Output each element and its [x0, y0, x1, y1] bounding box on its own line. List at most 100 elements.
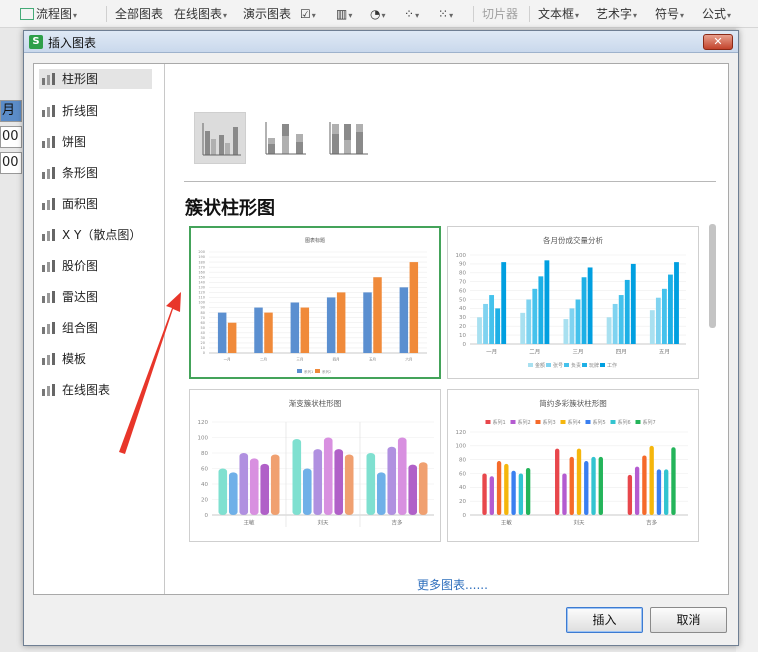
chart-preview-4: 简约多彩簇状柱形图 0 20 40 60 80 100 120 王敏 刘天 吉多 系列1 系列2 系列3 系…	[456, 398, 688, 527]
y-tick-label: 20	[201, 341, 205, 345]
sidebar-item-9[interactable]: 模板	[39, 349, 152, 369]
presentation-chart-button[interactable]: 演示图表	[243, 5, 291, 23]
ribbon-icon-5[interactable]: ⁙▾	[438, 5, 453, 23]
legend-label: 系列4	[568, 419, 581, 426]
ribbon-icon-1[interactable]: ☑▾	[300, 5, 316, 23]
y-tick-label: 80	[459, 271, 466, 277]
bar	[239, 453, 249, 515]
close-button[interactable]: ✕	[703, 34, 733, 50]
bar	[363, 292, 372, 353]
sidebar-item-0[interactable]: 柱形图	[39, 69, 152, 89]
background-strip	[736, 28, 758, 652]
y-tick-label: 100	[198, 301, 205, 305]
y-tick-label: 80	[201, 451, 208, 457]
y-tick-label: 120	[198, 291, 205, 295]
bar	[228, 472, 238, 515]
y-tick-label: 100	[456, 253, 467, 259]
online-chart-button[interactable]: 在线图表▾	[174, 5, 227, 23]
legend-label: 工作	[607, 362, 617, 369]
bar	[518, 473, 524, 515]
bar	[618, 295, 624, 344]
legend-swatch	[535, 420, 541, 424]
bar	[336, 292, 346, 353]
sidebar-item-label: 模板	[62, 352, 87, 366]
cell[interactable]: 月	[0, 100, 22, 122]
sidebar-item-6[interactable]: 股价图	[39, 256, 152, 276]
ribbon-icon-3[interactable]: ◔▾	[370, 5, 386, 23]
sidebar-item-8[interactable]: 组合图	[39, 318, 152, 338]
sidebar-item-1[interactable]: 折线图	[39, 101, 152, 121]
ribbon-icon-2[interactable]: ▥▾	[336, 5, 352, 23]
symbol-button[interactable]: 符号▾	[655, 5, 684, 23]
bar	[399, 287, 409, 353]
insert-button[interactable]: 插入	[566, 607, 643, 633]
bar	[575, 299, 581, 344]
sidebar-item-2[interactable]: 饼图	[39, 132, 152, 152]
legend-swatch	[582, 363, 587, 367]
textbox-button[interactable]: 文本框▾	[538, 5, 579, 23]
sidebar-item-10[interactable]: 在线图表	[39, 380, 152, 400]
dialog-title: 插入图表	[48, 36, 97, 50]
slicer-button[interactable]: 切片器	[482, 5, 518, 23]
y-tick-label: 90	[201, 306, 205, 310]
chart-template-card[interactable]: 图表标题 0 10 20 30 40 50 60 70 80 90 100 110 120 130 140 15…	[189, 226, 441, 379]
dialog-content: 柱形图折线图饼图条形图面积图 X Y（散点图） 股价图雷达图组合图模板在线图表	[33, 63, 729, 595]
chart-preview-3: 渐变簇状柱形图 0 20 40 60 80 100 120 王敏 刘天 吉多	[198, 398, 434, 527]
chart-template-card[interactable]: 简约多彩簇状柱形图 0 20 40 60 80 100 120 王敏 刘天 吉多 系列1 系列2 系列3 系…	[447, 389, 699, 542]
bar	[581, 277, 587, 344]
flowchart-button[interactable]: 流程图▾	[20, 5, 77, 23]
sidebar-item-4[interactable]: 面积图	[39, 194, 152, 214]
sidebar-item-5[interactable]: X Y（散点图）	[39, 225, 152, 245]
legend-swatch	[510, 420, 516, 424]
subtype-heading: 簇状柱形图	[185, 198, 275, 219]
sidebar-item-3[interactable]: 条形图	[39, 163, 152, 183]
percent-stacked-column-type[interactable]	[322, 112, 374, 164]
cell[interactable]: 00	[0, 126, 22, 148]
bar	[606, 317, 612, 344]
y-tick-label: 40	[201, 482, 208, 488]
x-tick-label: 王敏	[243, 519, 255, 527]
ribbon-icon-4[interactable]: ⁘▾	[404, 5, 419, 23]
legend-label: 系列1	[304, 369, 313, 374]
y-tick-label: 0	[463, 342, 467, 348]
y-tick-label: 0	[463, 513, 467, 519]
x-tick-label: 刘天	[573, 519, 585, 527]
x-tick-label: 五月	[369, 357, 376, 362]
cell[interactable]: 00	[0, 152, 22, 174]
chart-template-card[interactable]: 各月份成交量分析 0 10 20 30 40 50 60 70 80 90 100 一月 二月 三月 四月 五月…	[447, 226, 699, 379]
y-tick-label: 60	[459, 471, 466, 477]
bar	[313, 449, 323, 515]
bar	[563, 319, 569, 344]
line-chart-icon	[41, 104, 57, 118]
more-charts-link[interactable]: 更多图表......	[417, 576, 488, 593]
bar	[668, 274, 673, 344]
y-tick-label: 40	[459, 485, 466, 491]
wordart-button[interactable]: 艺术字▾	[596, 5, 637, 23]
dialog-titlebar[interactable]: S 插入图表 ✕	[24, 31, 738, 53]
y-tick-label: 130	[198, 286, 205, 290]
y-tick-label: 40	[459, 306, 466, 312]
y-tick-label: 100	[456, 444, 467, 450]
bar	[495, 308, 501, 344]
y-tick-label: 50	[201, 326, 205, 330]
sidebar-item-7[interactable]: 雷达图	[39, 287, 152, 307]
x-tick-label: 六月	[405, 357, 412, 362]
clustered-column-type[interactable]	[194, 112, 246, 164]
bar	[227, 322, 237, 353]
bar	[504, 463, 509, 515]
stacked-column-type[interactable]	[258, 112, 310, 164]
formula-button[interactable]: 公式▾	[702, 5, 731, 23]
chart-template-card[interactable]: 渐变簇状柱形图 0 20 40 60 80 100 120 王敏 刘天 吉多	[189, 389, 441, 542]
bar	[674, 262, 679, 344]
chart-category-sidebar: 柱形图折线图饼图条形图面积图 X Y（散点图） 股价图雷达图组合图模板在线图表	[34, 64, 165, 594]
all-charts-button[interactable]: 全部图表	[115, 5, 163, 23]
spreadsheet-background: 月 00 00	[0, 80, 24, 180]
chart-title: 各月份成交量分析	[543, 235, 603, 245]
vertical-scrollbar[interactable]	[709, 224, 716, 328]
bar	[624, 279, 630, 344]
cancel-button[interactable]: 取消	[650, 607, 727, 633]
bar	[323, 437, 333, 515]
bar	[655, 297, 661, 344]
bar	[334, 449, 344, 515]
y-tick-label: 20	[459, 499, 466, 505]
